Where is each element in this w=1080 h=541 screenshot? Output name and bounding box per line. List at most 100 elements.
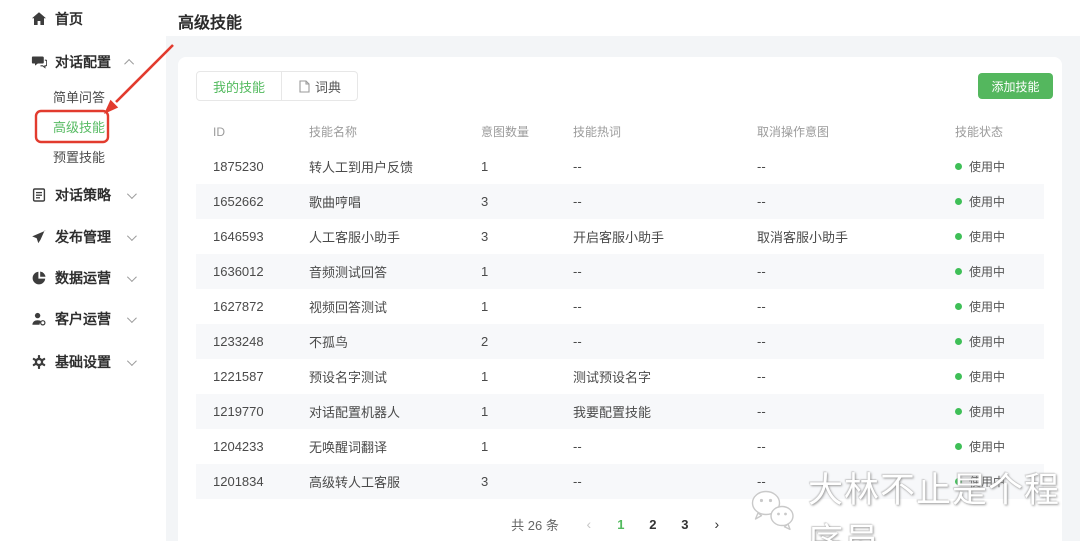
add-skill-button[interactable]: 添加技能 [978,73,1053,99]
sidebar-subitem-label: 预置技能 [53,149,106,165]
skill-name: 对话配置机器人 [309,405,401,420]
page-title: 高级技能 [178,15,243,32]
skill-hotword: -- [573,334,582,349]
sidebar-item-home[interactable]: 首页 [0,0,166,38]
pagination-total: 共 26 条 [511,517,559,533]
skill-id: 1875230 [213,159,264,174]
chevron-up-icon [124,58,135,69]
status-label: 使用中 [969,300,1006,315]
table-row: 1233248 不孤鸟 2 -- -- 使用中 [196,324,1044,359]
skill-hotword: -- [573,299,582,314]
skill-id: 1204233 [213,439,264,454]
cancel-intent: -- [757,334,766,349]
cancel-intent: -- [757,194,766,209]
sidebar-item-basic-settings[interactable]: 基础设置 [0,343,166,381]
status-label: 使用中 [969,405,1006,420]
skill-name: 不孤鸟 [309,335,349,350]
col-header-status: 技能状态 [955,125,1004,139]
skill-name: 预设名字测试 [309,370,388,385]
chevron-down-icon [126,355,137,366]
cancel-intent: -- [757,474,766,489]
status-label: 使用中 [969,230,1006,245]
publish-icon [31,229,47,245]
sidebar-item-publish-management[interactable]: 发布管理 [0,218,166,256]
sidebar-item-data-operations[interactable]: 数据运营 [0,259,166,297]
status-label: 使用中 [969,335,1006,350]
skill-status: 使用中 [938,289,1044,324]
status-dot-icon [955,233,962,241]
col-header-intent-count: 意图数量 [481,125,530,139]
skill-status: 使用中 [938,464,1044,499]
tab-dictionary[interactable]: 词典 [282,71,359,101]
intent-count: 2 [481,334,489,349]
table-row: 1201834 高级转人工客服 3 -- -- 使用中 [196,464,1044,499]
sidebar-subitem-preset-skill[interactable]: 预置技能 [0,141,166,171]
cancel-intent: 取消客服小助手 [757,230,849,245]
skill-id: 1652662 [213,194,264,209]
skill-name: 人工客服小助手 [309,230,401,245]
status-label: 使用中 [969,370,1006,385]
status-dot-icon [955,443,962,451]
pagination-page-3[interactable]: 3 [673,512,697,536]
sidebar-subitem-simple-qa[interactable]: 简单问答 [0,81,166,111]
customer-icon [31,311,47,327]
status-label: 使用中 [969,160,1006,175]
skill-name: 视频回答测试 [309,300,388,315]
sidebar: 首页 对话配置 简单问答 高级技能 预置技能 对话策略 发布管理 数据运营 客户… [0,0,166,541]
tab-label: 我的技能 [213,79,266,95]
home-icon [31,11,47,27]
table-row: 1204233 无唤醒词翻译 1 -- -- 使用中 [196,429,1044,464]
table-row: 1219770 对话配置机器人 1 我要配置技能 -- 使用中 [196,394,1044,429]
skill-id: 1233248 [213,334,264,349]
intent-count: 1 [481,369,489,384]
intent-count: 1 [481,299,489,314]
pagination-page-1[interactable]: 1 [609,512,633,536]
sidebar-item-label: 对话策略 [55,187,111,203]
pagination-page-2[interactable]: 2 [641,512,665,536]
intent-count: 3 [481,474,489,489]
skill-status: 使用中 [938,149,1044,184]
skill-hotword: 开启客服小助手 [573,230,665,245]
cancel-intent: -- [757,299,766,314]
table-row: 1627872 视频回答测试 1 -- -- 使用中 [196,289,1044,324]
sidebar-item-dialog-strategy[interactable]: 对话策略 [0,176,166,214]
dictionary-icon [298,79,310,93]
skills-table: ID 技能名称 意图数量 技能热词 取消操作意图 技能状态 1875230 转人工… [196,118,1044,499]
skill-status: 使用中 [938,324,1044,359]
sidebar-subitem-advanced-skill[interactable]: 高级技能 [0,111,166,141]
skill-status: 使用中 [938,254,1044,289]
status-dot-icon [955,268,962,276]
sidebar-item-label: 首页 [55,11,83,27]
tab-label: 词典 [315,79,342,95]
cancel-intent: -- [757,404,766,419]
data-icon [31,270,47,286]
skill-name: 歌曲哼唱 [309,195,362,210]
sidebar-item-label: 基础设置 [55,354,111,370]
table-row: 1652662 歌曲哼唱 3 -- -- 使用中 [196,184,1044,219]
status-label: 使用中 [969,475,1006,490]
pagination-next-icon[interactable]: › [705,512,729,536]
status-dot-icon [955,478,962,486]
col-header-id: ID [213,124,225,139]
skill-id: 1201834 [213,474,264,489]
status-label: 使用中 [969,265,1006,280]
tab-my-skills[interactable]: 我的技能 [196,71,283,101]
skill-hotword: -- [573,264,582,279]
sidebar-item-label: 对话配置 [55,54,111,70]
skill-name: 高级转人工客服 [309,475,401,490]
main-panel: 我的技能 词典 添加技能 ID 技能名称 意图数量 技能热词 取消操作意图 技能… [178,57,1062,541]
settings-icon [31,354,47,370]
pagination: 共 26 条 ‹ 123 › [196,512,1044,536]
sidebar-item-dialog-config[interactable]: 对话配置 [0,43,166,81]
intent-count: 1 [481,264,489,279]
chevron-down-icon [126,188,137,199]
chat-icon [31,54,47,70]
pagination-prev-icon[interactable]: ‹ [577,512,601,536]
intent-count: 1 [481,404,489,419]
col-header-skill-name: 技能名称 [309,125,358,139]
skill-status: 使用中 [938,219,1044,254]
status-label: 使用中 [969,440,1006,455]
sidebar-item-label: 发布管理 [55,229,111,245]
skill-id: 1636012 [213,264,264,279]
sidebar-item-customer-operations[interactable]: 客户运营 [0,300,166,338]
